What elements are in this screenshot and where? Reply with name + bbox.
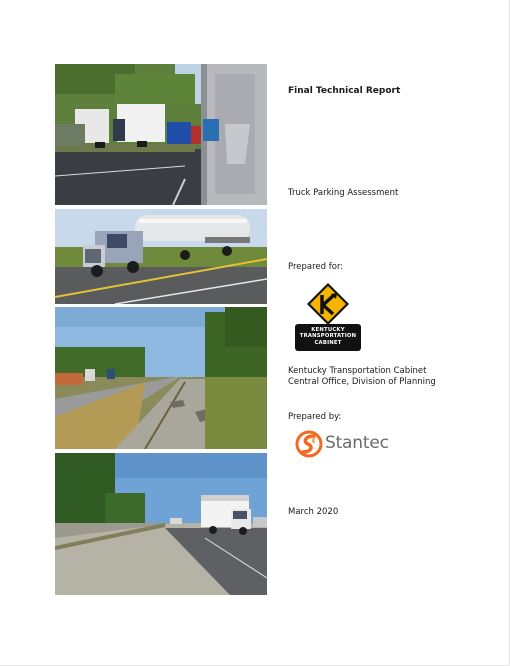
report-cover-page: Final Technical Report Truck Parking Ass… xyxy=(0,0,510,666)
client-line-2: Central Office, Division of Planning xyxy=(288,377,436,387)
client-name: Kentucky Transportation Cabinet Central … xyxy=(288,366,436,388)
photo-highway-truck xyxy=(55,453,267,595)
photo-truck-parking-lot xyxy=(55,64,267,205)
stantec-mark-icon xyxy=(295,430,323,458)
kytc-line-3: CABINET xyxy=(314,339,342,346)
photo-tanker-truck-highway xyxy=(55,209,267,304)
report-date: March 2020 xyxy=(288,507,339,517)
stantec-logo: Stantec xyxy=(295,430,405,460)
kytc-logo: KENTUCKY TRANSPORTATION CABINET xyxy=(295,282,361,352)
kytc-wordmark: KENTUCKY TRANSPORTATION CABINET xyxy=(295,324,361,351)
stantec-wordmark: Stantec xyxy=(325,433,389,453)
prepared-for-label: Prepared for: xyxy=(288,262,344,272)
prepared-by-label: Prepared by: xyxy=(288,412,342,422)
kytc-line-2: TRANSPORTATION xyxy=(299,333,357,340)
report-subtitle: Truck Parking Assessment xyxy=(288,188,399,198)
report-title: Final Technical Report xyxy=(288,86,401,96)
kytc-sign-icon xyxy=(307,283,349,325)
client-line-1: Kentucky Transportation Cabinet xyxy=(288,366,427,376)
photo-road-shoulder xyxy=(55,307,267,449)
